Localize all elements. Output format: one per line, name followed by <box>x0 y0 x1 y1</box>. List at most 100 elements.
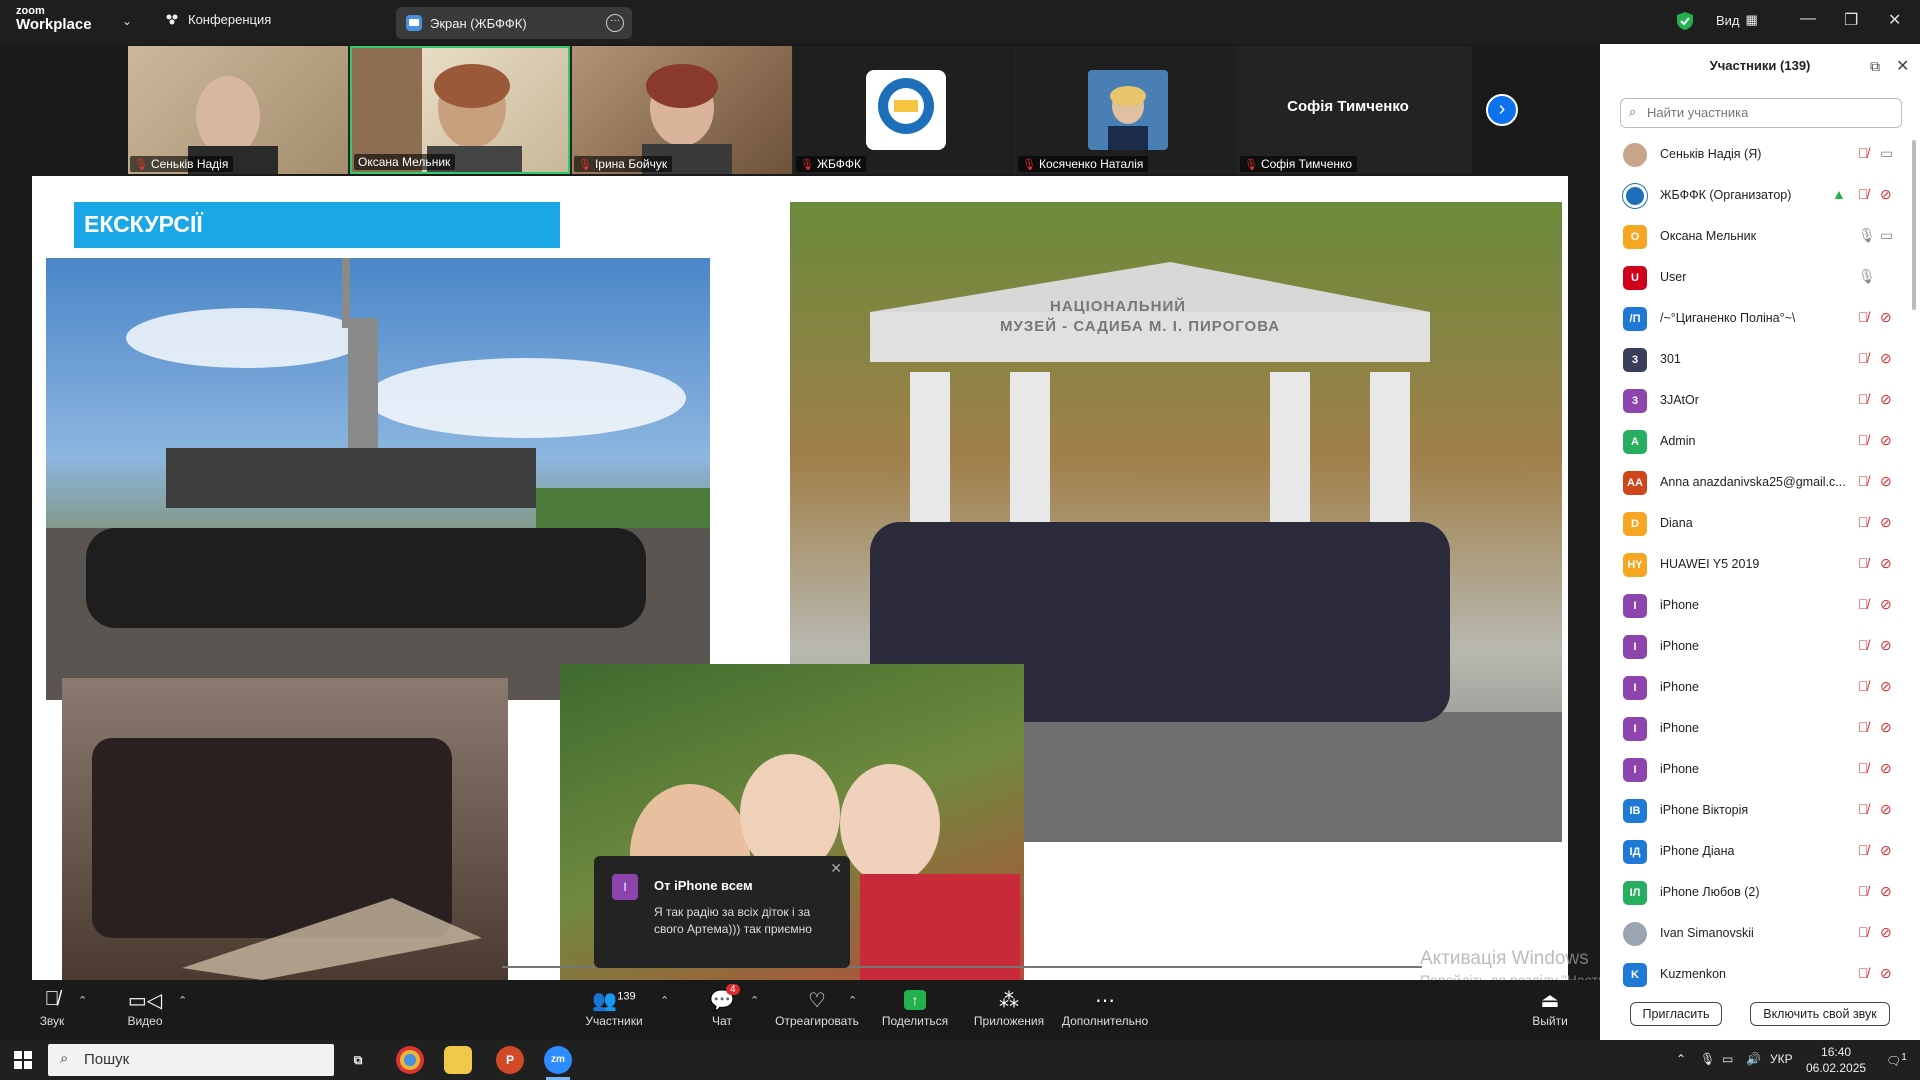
mic-muted-icon[interactable]: 🎙̸ <box>1858 678 1869 694</box>
video-off-icon[interactable]: ⊘ <box>1880 391 1892 408</box>
participant-row[interactable]: /П /~°Циганенко Поліна°~\ 🎙̸ ⊘ <box>1600 298 1910 339</box>
powerpoint-icon[interactable]: P <box>496 1046 524 1074</box>
language-indicator[interactable]: УКР <box>1770 1052 1793 1066</box>
volume-icon[interactable]: 🔊 <box>1746 1052 1761 1066</box>
participant-row[interactable]: ЖБФФК (Организатор) ▲ 🎙̸ ⊘ <box>1600 175 1910 216</box>
mic-muted-icon[interactable]: 🎙̸ <box>1858 555 1869 571</box>
minimize-icon[interactable]: — <box>1800 10 1816 28</box>
video-off-icon[interactable]: ⊘ <box>1880 719 1892 736</box>
participant-row[interactable]: IiPhone 🎙̸ ⊘ <box>1600 585 1910 626</box>
participant-search-input[interactable]: ⌕ Найти участника <box>1620 98 1902 128</box>
windows-start-icon[interactable] <box>14 1051 32 1069</box>
view-button[interactable]: Вид ▦ <box>1716 12 1758 28</box>
video-tile[interactable]: 🎙 Сеньків Надія <box>128 46 348 174</box>
participant-row[interactable]: Ivan Simanovskii 🎙̸ ⊘ <box>1600 913 1910 954</box>
video-off-icon[interactable]: ⊘ <box>1880 965 1892 982</box>
chevron-down-icon[interactable]: ⌄ <box>122 14 132 28</box>
task-view-icon[interactable]: ⧉ <box>344 1046 372 1074</box>
participant-row[interactable]: U User 🎙 <box>1600 257 1910 298</box>
next-page-button[interactable]: › <box>1486 94 1518 126</box>
invite-button[interactable]: Пригласить <box>1630 1002 1722 1026</box>
unmute-myself-button[interactable]: Включить свой звук <box>1750 1002 1890 1026</box>
video-off-icon[interactable]: ⊘ <box>1880 350 1892 367</box>
file-explorer-icon[interactable] <box>444 1046 472 1074</box>
taskbar-search[interactable]: ⌕ Пошук <box>48 1044 334 1076</box>
mic-muted-icon[interactable]: 🎙̸ <box>1858 596 1869 612</box>
video-on-icon[interactable]: ▭ <box>1880 145 1893 162</box>
participant-row[interactable]: 3 3JAtOr 🎙̸ ⊘ <box>1600 380 1910 421</box>
react-options-caret[interactable]: ⌃ <box>848 994 857 1007</box>
mic-muted-icon[interactable]: 🎙̸ <box>1858 473 1869 489</box>
zoom-logo[interactable]: zoom Workplace <box>16 6 92 33</box>
participant-row[interactable]: IiPhone 🎙̸ ⊘ <box>1600 626 1910 667</box>
video-options-caret[interactable]: ⌃ <box>178 994 187 1007</box>
video-off-icon[interactable]: ⊘ <box>1880 801 1892 818</box>
participants-button[interactable]: 👥139 Участники <box>582 988 646 1028</box>
video-off-icon[interactable]: ⊘ <box>1880 924 1892 941</box>
video-off-icon[interactable]: ⊘ <box>1880 309 1892 326</box>
video-on-icon[interactable]: ▭ <box>1880 227 1893 244</box>
chat-options-caret[interactable]: ⌃ <box>750 994 759 1007</box>
mic-muted-icon[interactable]: 🎙̸ <box>1858 186 1869 202</box>
chat-button[interactable]: 💬 4 Чат <box>706 984 740 1028</box>
zoom-app-icon[interactable]: zm <box>544 1046 572 1074</box>
participant-row[interactable]: Сеньків Надія (Я) 🎙̸ ▭ <box>1600 134 1910 175</box>
video-off-icon[interactable]: ⊘ <box>1880 514 1892 531</box>
video-off-icon[interactable]: ⊘ <box>1880 883 1892 900</box>
participant-row[interactable]: D Diana 🎙̸ ⊘ <box>1600 503 1910 544</box>
share-screen-button[interactable]: ↑ Поделиться <box>880 988 950 1028</box>
video-tile[interactable]: 🎙 Косяченко Наталія <box>1016 46 1236 174</box>
participant-row[interactable]: О Оксана Мельник 🎙 ▭ <box>1600 216 1910 257</box>
audio-options-caret[interactable]: ⌃ <box>78 994 87 1007</box>
video-tile-active-speaker[interactable]: Оксана Мельник <box>350 46 570 174</box>
leave-button[interactable]: ⏏ Выйти <box>1530 988 1570 1028</box>
chat-notification[interactable]: I От iPhone всем Я так радію за всіх діт… <box>594 856 850 968</box>
network-icon[interactable]: ▭ <box>1722 1052 1733 1066</box>
participant-row[interactable]: IД iPhone Діана 🎙̸ ⊘ <box>1600 831 1910 872</box>
mic-muted-icon[interactable]: 🎙̸ <box>1858 719 1869 735</box>
mic-muted-icon[interactable]: 🎙̸ <box>1858 145 1869 161</box>
mic-muted-icon[interactable]: 🎙̸ <box>1858 760 1869 776</box>
mic-muted-icon[interactable]: 🎙̸ <box>1858 514 1869 530</box>
close-panel-icon[interactable]: ✕ <box>1896 56 1909 76</box>
video-tile[interactable]: Софія Тимченко 🎙 Софія Тимченко <box>1238 46 1458 174</box>
mic-on-icon[interactable]: 🎙 <box>1858 227 1876 244</box>
video-off-icon[interactable]: ⊘ <box>1880 555 1892 572</box>
participant-row[interactable]: HY HUAWEI Y5 2019 🎙̸ ⊘ <box>1600 544 1910 585</box>
mic-muted-icon[interactable]: 🎙̸ <box>1858 924 1869 940</box>
chrome-icon[interactable] <box>396 1046 424 1074</box>
participant-row[interactable]: IЛ iPhone Любов (2) 🎙̸ ⊘ <box>1600 872 1910 913</box>
video-button[interactable]: ▭◁ Видео <box>126 988 164 1028</box>
clock[interactable]: 16:40 06.02.2025 <box>1806 1044 1866 1076</box>
pop-out-icon[interactable]: ⧉ <box>1870 58 1880 75</box>
video-tile[interactable]: 🎙 Ірина Бойчук <box>572 46 792 174</box>
audio-button[interactable]: 🎙̸ Звук <box>34 988 70 1028</box>
mic-muted-icon[interactable]: 🎙̸ <box>1858 842 1869 858</box>
panel-scrollbar[interactable] <box>1912 140 1916 310</box>
mic-muted-icon[interactable]: 🎙̸ <box>1858 965 1869 981</box>
close-icon[interactable]: ✕ <box>830 860 842 877</box>
mic-on-icon[interactable]: 🎙 <box>1858 268 1876 285</box>
participant-row[interactable]: AA Anna anazdanivska25@gmail.c... 🎙̸ ⊘ <box>1600 462 1910 503</box>
video-off-icon[interactable]: ⊘ <box>1880 473 1892 490</box>
video-off-icon[interactable]: ⊘ <box>1880 186 1892 203</box>
video-off-icon[interactable]: ⊘ <box>1880 637 1892 654</box>
participant-row[interactable]: IiPhone 🎙̸ ⊘ <box>1600 749 1910 790</box>
video-off-icon[interactable]: ⊘ <box>1880 842 1892 859</box>
video-tile[interactable]: 🎙 ЖБФФК <box>794 46 1014 174</box>
mic-muted-icon[interactable]: 🎙̸ <box>1858 637 1869 653</box>
security-shield-icon[interactable] <box>1676 11 1694 31</box>
restore-icon[interactable]: ❐ <box>1844 10 1858 30</box>
mic-muted-icon[interactable]: 🎙̸ <box>1858 391 1869 407</box>
mic-muted-icon[interactable]: 🎙̸ <box>1858 309 1869 325</box>
participant-row[interactable]: IВ iPhone Вікторія 🎙̸ ⊘ <box>1600 790 1910 831</box>
participants-options-caret[interactable]: ⌃ <box>660 994 669 1007</box>
notifications-icon[interactable]: 🗨1 <box>1886 1052 1907 1068</box>
mic-muted-icon[interactable]: 🎙̸ <box>1858 883 1869 899</box>
video-off-icon[interactable]: ⊘ <box>1880 678 1892 695</box>
participant-row[interactable]: K Kuzmenkon 🎙̸ ⊘ <box>1600 954 1910 995</box>
mic-muted-icon[interactable]: 🎙̸ <box>1858 801 1869 817</box>
meeting-tab[interactable]: Конференция <box>164 12 271 27</box>
close-window-icon[interactable]: ✕ <box>1888 10 1901 30</box>
participant-row[interactable]: A Admin 🎙̸ ⊘ <box>1600 421 1910 462</box>
